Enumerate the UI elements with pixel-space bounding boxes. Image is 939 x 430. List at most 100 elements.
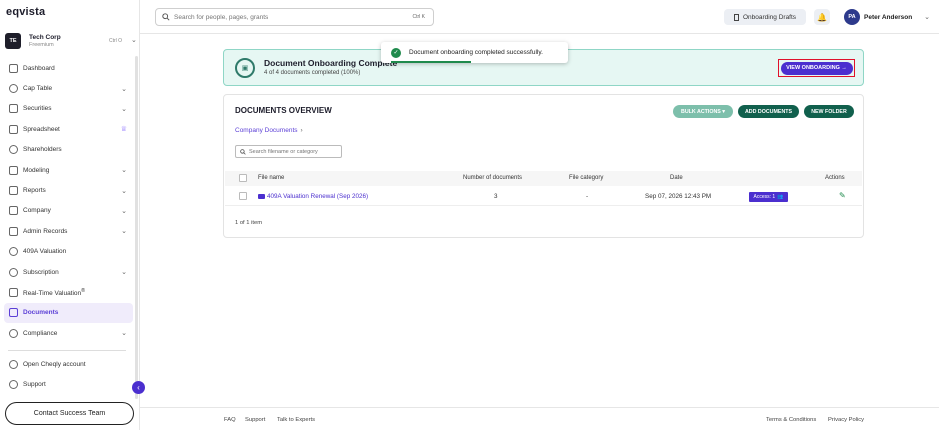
check-shield-icon bbox=[9, 328, 18, 338]
chevron-down-icon: ⌄ bbox=[131, 37, 137, 44]
row-document-count: 3 bbox=[494, 193, 498, 200]
org-shortcut: Ctrl O bbox=[109, 38, 123, 44]
sidebar-bottom-nav: Open Cheqly account Support bbox=[4, 354, 133, 395]
sidebar-item-label: Securities bbox=[23, 105, 52, 113]
org-plan: Freemium bbox=[29, 41, 54, 48]
user-menu[interactable]: PA Peter Anderson ⌄ bbox=[844, 9, 930, 25]
search-input[interactable] bbox=[174, 13, 394, 21]
sidebar-item-real-time-valuation[interactable]: Real-Time Valuation® bbox=[4, 282, 133, 302]
sidebar-item-company[interactable]: Company ⌄ bbox=[4, 201, 133, 221]
filename-filter[interactable] bbox=[235, 145, 342, 158]
chevron-down-icon: ⌄ bbox=[121, 269, 127, 277]
view-onboarding-button[interactable]: VIEW ONBOARDING → bbox=[780, 61, 853, 75]
table-header: File name Number of documents File categ… bbox=[225, 171, 862, 186]
user-name: Peter Anderson bbox=[864, 13, 913, 21]
add-documents-button[interactable]: ADD DOCUMENTS bbox=[738, 105, 799, 118]
sidebar-item-label: Admin Records bbox=[23, 227, 68, 235]
report-icon bbox=[9, 186, 18, 196]
sidebar-item-shareholders[interactable]: Shareholders bbox=[4, 140, 133, 160]
column-file-name[interactable]: File name bbox=[258, 175, 284, 181]
footer-link-talk-to-experts[interactable]: Talk to Experts bbox=[277, 417, 315, 423]
collapse-sidebar-icon[interactable]: ‹ bbox=[132, 381, 145, 394]
sidebar-item-open-cheqly[interactable]: Open Cheqly account bbox=[4, 354, 133, 374]
footer-link-faq[interactable]: FAQ bbox=[224, 417, 236, 423]
sidebar-item-securities[interactable]: Securities ⌄ bbox=[4, 99, 133, 119]
sidebar-item-subscription[interactable]: Subscription ⌄ bbox=[4, 262, 133, 282]
sidebar-item-admin-records[interactable]: Admin Records ⌄ bbox=[4, 221, 133, 241]
chevron-down-icon: ⌄ bbox=[121, 105, 127, 113]
sidebar-item-label: Support bbox=[23, 381, 46, 389]
toast-progress-bar bbox=[391, 61, 471, 63]
breadcrumb: Company Documents › bbox=[235, 127, 303, 134]
edit-icon[interactable]: ✎ bbox=[839, 191, 846, 200]
select-all-checkbox[interactable] bbox=[239, 174, 247, 182]
dashboard-icon bbox=[9, 63, 18, 73]
dollar-icon bbox=[9, 267, 18, 277]
bulk-actions-button[interactable]: BULK ACTIONS ▾ bbox=[673, 105, 733, 118]
table-row[interactable]: 409A Valuation Renewal (Sep 2026) 3 - Se… bbox=[225, 188, 862, 206]
sidebar-item-label: Shareholders bbox=[23, 146, 62, 154]
item-count: 1 of 1 item bbox=[235, 220, 263, 226]
column-file-category[interactable]: File category bbox=[569, 175, 603, 181]
chevron-down-icon: ⌄ bbox=[121, 330, 127, 338]
records-icon bbox=[9, 226, 18, 236]
breadcrumb-company-documents[interactable]: Company Documents bbox=[235, 127, 298, 134]
column-number-of-documents[interactable]: Number of documents bbox=[463, 175, 522, 181]
footer-link-support[interactable]: Support bbox=[245, 417, 265, 423]
sidebar-item-modeling[interactable]: Modeling ⌄ bbox=[4, 160, 133, 180]
sidebar-item-reports[interactable]: Reports ⌄ bbox=[4, 180, 133, 200]
sidebar-item-cap-table[interactable]: Cap Table ⌄ bbox=[4, 78, 133, 98]
toast-message: Document onboarding completed successful… bbox=[409, 49, 543, 56]
users-icon bbox=[9, 145, 18, 155]
documents-title: DOCUMENTS OVERVIEW bbox=[235, 106, 332, 115]
onboarding-drafts-button[interactable]: Onboarding Drafts bbox=[724, 9, 806, 25]
org-name: Tech Corp bbox=[29, 33, 61, 41]
contact-success-team-button[interactable]: Contact Success Team bbox=[5, 402, 134, 425]
bell-icon[interactable]: 🔔 bbox=[814, 9, 830, 25]
registered-mark: ® bbox=[81, 287, 86, 294]
sidebar-item-409a-valuation[interactable]: 409A Valuation bbox=[4, 242, 133, 262]
sidebar-item-documents[interactable]: Documents bbox=[4, 302, 133, 324]
column-date[interactable]: Date bbox=[670, 175, 683, 181]
sidebar-item-label: Modeling bbox=[23, 166, 50, 174]
users-icon: 👥 bbox=[777, 194, 784, 200]
sidebar-item-spreadsheet[interactable]: Spreadsheet ♕ bbox=[4, 119, 133, 139]
chevron-down-icon: ⌄ bbox=[121, 207, 127, 215]
row-file-category: - bbox=[586, 193, 589, 200]
sidebar-item-support[interactable]: Support bbox=[4, 374, 133, 394]
global-search[interactable]: Ctrl K bbox=[155, 8, 434, 26]
footer-link-terms[interactable]: Terms & Conditions bbox=[766, 417, 816, 423]
footer-link-privacy[interactable]: Privacy Policy bbox=[828, 417, 864, 423]
sidebar-item-label: Spreadsheet bbox=[23, 125, 60, 133]
org-avatar: TE bbox=[5, 32, 21, 49]
chevron-down-icon: ⌄ bbox=[121, 187, 127, 195]
sidebar-item-label: Subscription bbox=[23, 268, 59, 276]
access-label: Access: 1 bbox=[753, 194, 776, 200]
sidebar: eqvista TE Tech Corp Freemium Ctrl O ⌄ D… bbox=[0, 0, 140, 430]
folder-icon bbox=[258, 193, 265, 199]
search-shortcut: Ctrl K bbox=[412, 14, 426, 20]
chevron-down-icon: ⌄ bbox=[924, 14, 931, 21]
top-header: Ctrl K Onboarding Drafts 🔔 PA Peter Ande… bbox=[140, 0, 939, 34]
chevron-down-icon: ⌄ bbox=[121, 228, 127, 236]
app-logo[interactable]: eqvista bbox=[6, 6, 45, 18]
row-file-name[interactable]: 409A Valuation Renewal (Sep 2026) bbox=[258, 193, 368, 200]
org-switcher[interactable]: TE Tech Corp Freemium Ctrl O ⌄ bbox=[5, 30, 137, 51]
sidebar-item-label: Real-Time Valuation® bbox=[23, 288, 85, 297]
sidebar-item-compliance[interactable]: Compliance ⌄ bbox=[4, 323, 133, 343]
help-icon bbox=[9, 380, 18, 390]
row-checkbox[interactable] bbox=[239, 192, 247, 200]
sidebar-item-dashboard[interactable]: Dashboard bbox=[4, 58, 133, 78]
building-icon bbox=[9, 206, 18, 216]
sidebar-item-label: 409A Valuation bbox=[23, 248, 67, 256]
check-circle-icon: ✓ bbox=[391, 47, 401, 58]
sidebar-item-label: Cap Table bbox=[23, 85, 53, 93]
access-badge[interactable]: Access: 1 👥 bbox=[749, 192, 788, 202]
filename-filter-input[interactable] bbox=[249, 148, 339, 155]
new-folder-button[interactable]: NEW FOLDER bbox=[804, 105, 854, 118]
documents-overview-card: DOCUMENTS OVERVIEW BULK ACTIONS ▾ ADD DO… bbox=[223, 94, 864, 238]
sidebar-scrollbar[interactable] bbox=[135, 56, 138, 399]
file-name-text: 409A Valuation Renewal (Sep 2026) bbox=[267, 193, 369, 200]
shield-icon bbox=[9, 247, 18, 257]
sidebar-item-label: Compliance bbox=[23, 329, 58, 337]
